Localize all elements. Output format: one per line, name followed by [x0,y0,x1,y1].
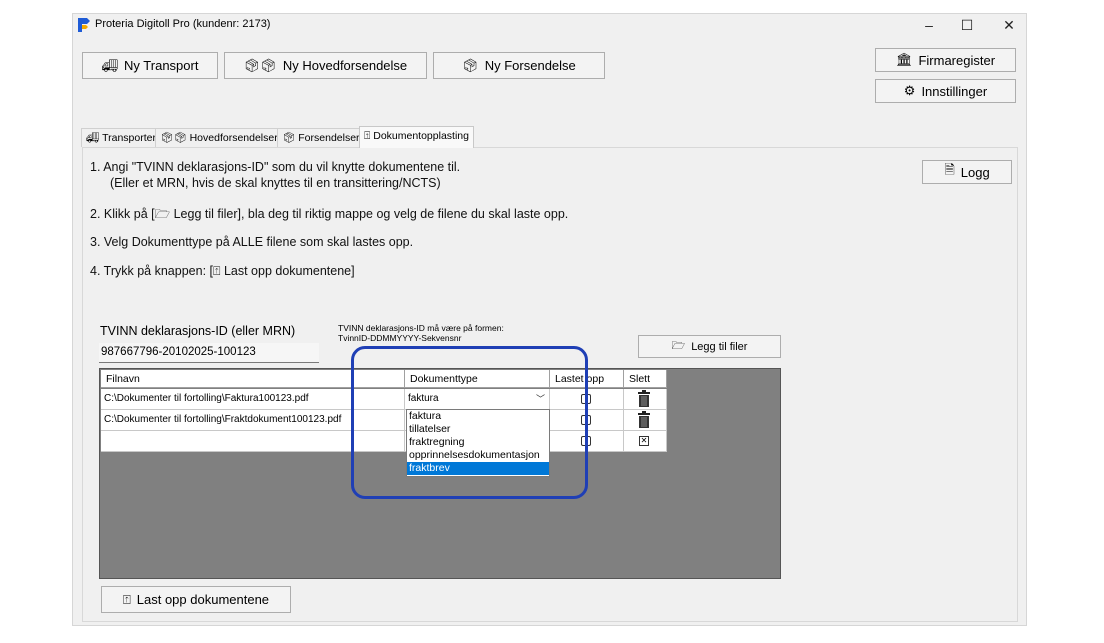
table-row-filnavn[interactable]: C:\Dokumenter til fortolling\Fraktdokume… [101,410,405,431]
log-icon: 🗎 [944,162,955,177]
dokumenttype-dropdown-list: faktura tillatelser fraktregning opprinn… [406,409,550,477]
dropdown-option-tillatelser[interactable]: tillatelser [407,423,549,436]
slett-cell [624,389,667,410]
table-row-filnavn[interactable]: C:\Dokumenter til fortolling\Faktura1001… [101,389,405,410]
instruction-step-1: 1. Angi "TVINN deklarasjons-ID" som du v… [90,160,461,174]
dropdown-option-fraktregning[interactable]: fraktregning [407,436,549,449]
tab-forsendelser[interactable]: 📦︎ Forsendelser [277,128,365,147]
upload-icon: ⍐ [364,130,371,142]
tab-label: Hovedforsendelser [189,132,278,144]
last-opp-label: Last opp dokumentene [136,592,270,607]
format-note-line2: TvinnID-DDMMYYYY-Sekvensnr [338,333,462,343]
ny-transport-label: Ny Transport [124,58,199,73]
slett-cell [624,410,667,431]
trash-icon[interactable] [637,411,651,429]
firmaregister-button[interactable]: 🏛︎ Firmaregister [875,48,1016,72]
last-opp-dokumentene-button[interactable]: ⍐ Last opp dokumentene [101,586,291,613]
folder-icon: 🗁 [671,340,686,352]
table-row-filnavn[interactable] [101,431,405,452]
logg-label: Logg [960,164,990,180]
upload-icon: ⍐ [122,591,131,607]
building-icon: 🏛︎ [895,52,913,67]
format-note: TVINN deklarasjons-ID må være på formen:… [338,323,504,343]
tvinn-id-label: TVINN deklarasjons-ID (eller MRN) [100,324,296,338]
proteria-logo-icon [78,18,90,32]
column-header-lastet-opp[interactable]: Lastet opp [550,370,624,388]
lastet-opp-checkbox[interactable] [581,415,591,425]
ny-forsendelse-label: Ny Forsendelse [484,58,576,73]
instruction-step-2: 2. Klikk på [🗁 Legg til filer], bla deg … [90,207,569,221]
tvinn-id-input[interactable]: 987667796-20102025-100123 [99,343,319,363]
column-header-slett[interactable]: Slett [624,370,667,388]
chevron-down-icon[interactable]: ﹀ [536,389,545,409]
boxes-icon: 📦︎📦︎ [160,132,187,144]
legg-til-filer-label: Legg til filer [691,340,748,353]
innstillinger-label: Innstillinger [921,83,988,99]
title-bar: Proteria Digitoll Pro (kundenr: 2173) – … [73,14,1026,36]
tab-label: Forsendelser [298,132,360,144]
lastet-opp-cell [550,410,624,431]
truck-icon: 🚚︎ [86,132,100,144]
legg-til-filer-button[interactable]: 🗁 Legg til filer [638,335,781,358]
truck-icon: 🚚︎ [101,57,119,73]
dropdown-option-faktura[interactable]: faktura [407,410,549,423]
lastet-opp-checkbox[interactable] [581,436,591,446]
dropdown-option-fraktbrev[interactable]: fraktbrev [407,462,549,475]
slett-cell: ✕ [624,431,667,452]
dokumenttype-select[interactable]: faktura ﹀ [405,389,550,410]
minimize-button[interactable]: – [911,15,947,35]
instruction-step-1-note: (Eller et MRN, hvis de skal knyttes til … [110,176,441,190]
ny-hovedforsendelse-button[interactable]: 📦︎📦︎ Ny Hovedforsendelse [224,52,427,79]
tab-label: Transporter [102,132,156,144]
close-button[interactable]: ✕ [991,15,1027,35]
boxes-icon: 📦︎📦︎ [243,57,277,73]
instruction-step-4: 4. Trykk på knappen: [⍐ Last opp dokumen… [90,264,355,278]
box-icon: 📦︎ [462,57,479,73]
column-header-filnavn[interactable]: Filnavn [101,370,405,388]
innstillinger-button[interactable]: ⚙︎ Innstillinger [875,79,1016,103]
dropdown-option-opprinnelsesdokumentasjon[interactable]: opprinnelsesdokumentasjon [407,449,549,462]
format-note-line1: TVINN deklarasjons-ID må være på formen: [338,323,504,333]
logg-button[interactable]: 🗎 Logg [922,160,1012,184]
column-header-dokumenttype[interactable]: Dokumenttype [405,370,550,388]
instruction-step-3: 3. Velg Dokumenttype på ALLE filene som … [90,235,414,249]
window-title: Proteria Digitoll Pro (kundenr: 2173) [95,18,271,30]
tab-label: Dokumentopplasting [373,130,469,142]
ny-hovedforsendelse-label: Ny Hovedforsendelse [282,58,408,73]
delete-x-icon[interactable]: ✕ [639,436,649,446]
lastet-opp-cell [550,389,624,410]
tab-hovedforsendelser[interactable]: 📦︎📦︎ Hovedforsendelser [155,128,283,147]
box-icon: 📦︎ [282,132,296,144]
ny-transport-button[interactable]: 🚚︎ Ny Transport [82,52,218,79]
tab-dokumentopplasting[interactable]: ⍐ Dokumentopplasting [359,126,474,148]
ny-forsendelse-button[interactable]: 📦︎ Ny Forsendelse [433,52,605,79]
tab-transporter[interactable]: 🚚︎ Transporter [81,128,161,147]
lastet-opp-checkbox[interactable] [581,394,591,404]
firmaregister-label: Firmaregister [918,52,996,68]
trash-icon[interactable] [637,390,651,408]
maximize-button[interactable]: ☐ [949,15,985,35]
dokumenttype-value: faktura [408,393,439,404]
lastet-opp-cell [550,431,624,452]
gear-icon: ⚙︎ [903,83,916,98]
